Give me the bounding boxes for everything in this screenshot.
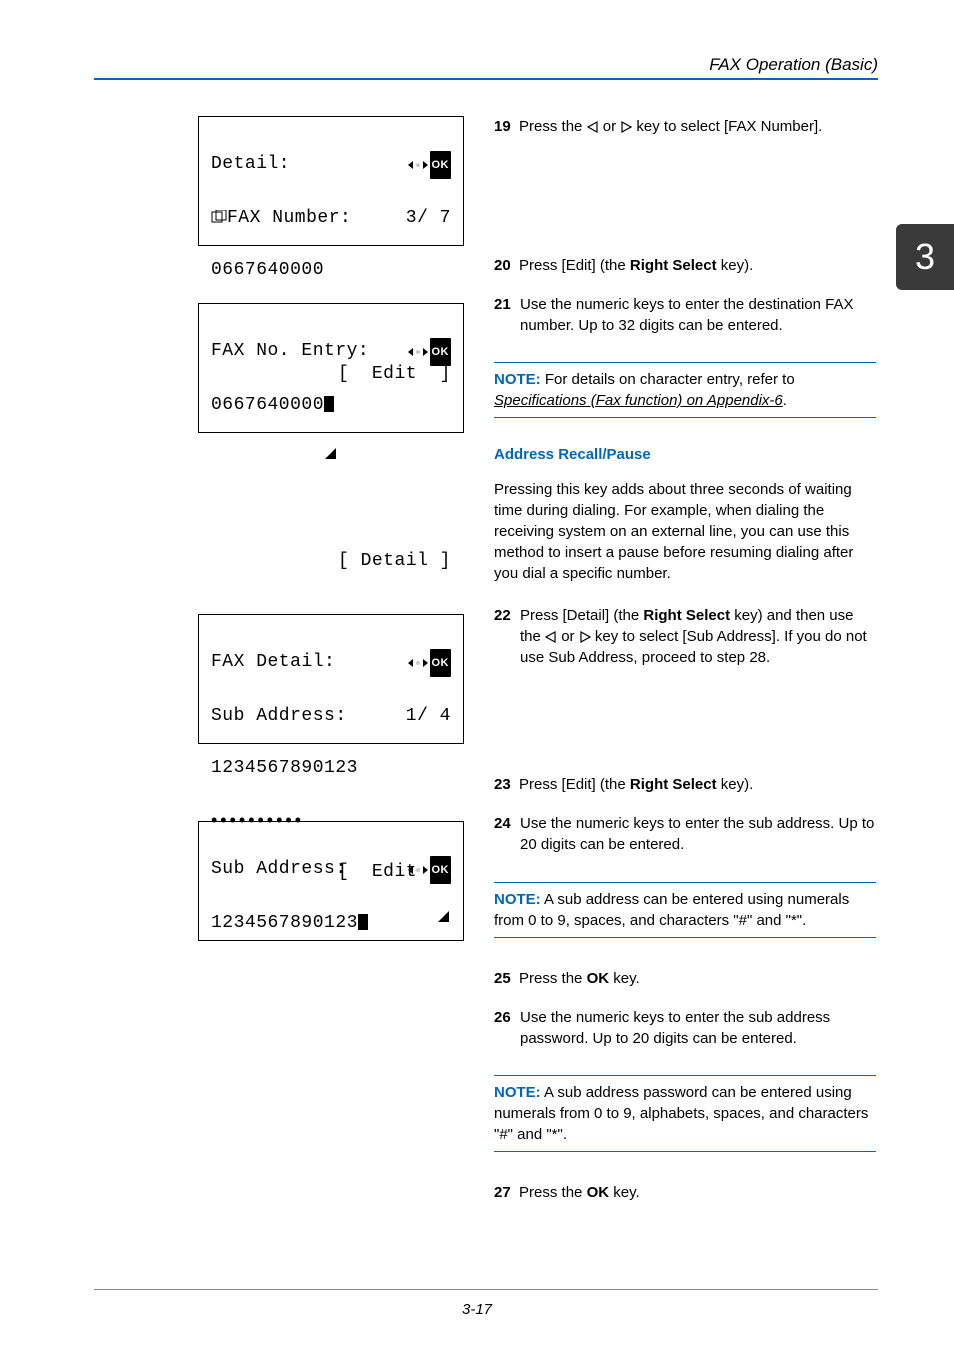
step-text: Press [Edit] (the xyxy=(519,776,630,793)
lcd-text: FAX Number: xyxy=(211,205,351,231)
step-23: 23 Press [Edit] (the Right Select key). xyxy=(494,774,876,795)
lcd-text: FAX No. Entry: xyxy=(211,338,369,366)
step-26: 26 Use the numeric keys to enter the sub… xyxy=(494,1007,876,1049)
step-27: 27 Press the OK key. xyxy=(494,1182,876,1203)
lcd-text: Sub Address: xyxy=(211,703,347,729)
lcd-panel-faxdetail: FAX Detail: OK Sub Address: 1/ 4 1234567… xyxy=(198,614,464,744)
step-21: 21 Use the numeric keys to enter the des… xyxy=(494,294,876,336)
signal-icon xyxy=(324,447,338,461)
lcd-text: 0667640000 xyxy=(211,392,451,418)
note-block: NOTE: For details on character entry, re… xyxy=(494,362,876,418)
step-text: Use the numeric keys to enter the destin… xyxy=(520,294,876,336)
header-rule xyxy=(94,78,878,80)
note-label: NOTE: xyxy=(494,371,541,388)
right-triangle-icon xyxy=(579,631,591,643)
step-text: key to select [FAX Number]. xyxy=(632,118,822,135)
left-triangle-icon xyxy=(587,121,599,133)
note-label: NOTE: xyxy=(494,891,541,908)
step-bold: Right Select xyxy=(630,776,717,793)
step-number: 24 xyxy=(494,813,520,855)
lcd-text: Sub Address: xyxy=(211,856,347,884)
left-triangle-icon xyxy=(545,631,557,643)
note-link[interactable]: Specifications (Fax function) on Appendi… xyxy=(494,392,783,409)
step-text: Press [Edit] (the xyxy=(519,257,630,274)
step-bold: OK xyxy=(587,970,610,987)
lcd-text: 0667640000 xyxy=(211,257,451,283)
address-recall-section: Address Recall/Pause Pressing this key a… xyxy=(494,444,876,584)
step-number: 21 xyxy=(494,294,520,336)
note-text: A sub address password can be entered us… xyxy=(494,1084,868,1143)
footer-rule xyxy=(94,1289,878,1290)
note-text: . xyxy=(783,392,787,409)
chapter-tab: 3 xyxy=(896,224,954,290)
lcd-nav-ok: OK xyxy=(406,649,452,677)
step-text: key). xyxy=(717,257,754,274)
step-text: Press [Detail] (the Right Select key) an… xyxy=(520,605,876,668)
lcd-panel-detail: Detail: OK FAX Number: 3/ 7 0667640000 [… xyxy=(198,116,464,246)
section-header: FAX Operation (Basic) xyxy=(709,55,878,75)
step-number: 27 xyxy=(494,1184,511,1201)
step-number: 26 xyxy=(494,1007,520,1049)
signal-icon xyxy=(437,910,451,924)
step-text: key). xyxy=(717,776,754,793)
step-19: 19 Press the or key to select [FAX Numbe… xyxy=(494,116,876,137)
right-triangle-icon xyxy=(620,121,632,133)
step-text: Use the numeric keys to enter the sub ad… xyxy=(520,813,876,855)
step-bold: Right Select xyxy=(630,257,717,274)
lcd-cursor xyxy=(358,914,368,930)
note-label: NOTE: xyxy=(494,1084,541,1101)
section-body: Pressing this key adds about three secon… xyxy=(494,479,876,584)
step-text: or xyxy=(599,118,621,135)
step-number: 20 xyxy=(494,257,511,274)
lcd-panel-subaddress: Sub Address: OK 1234567890123 xyxy=(198,821,464,941)
section-heading: Address Recall/Pause xyxy=(494,444,876,465)
lcd-text: 1234567890123 xyxy=(211,910,368,936)
step-bold: OK xyxy=(587,1184,610,1201)
step-number: 22 xyxy=(494,605,520,668)
lcd-text: Detail: xyxy=(211,151,290,179)
step-text: key. xyxy=(609,1184,640,1201)
lcd-cursor xyxy=(324,396,334,412)
lcd-nav-ok: OK xyxy=(406,856,452,884)
step-22: 22 Press [Detail] (the Right Select key)… xyxy=(494,605,876,668)
lcd-panel-faxno: FAX No. Entry: OK 0667640000 [ Detail ] xyxy=(198,303,464,433)
step-text: Press the xyxy=(519,118,587,135)
step-text: Use the numeric keys to enter the sub ad… xyxy=(520,1007,876,1049)
lcd-text: 1234567890123 xyxy=(211,755,451,781)
step-number: 23 xyxy=(494,776,511,793)
step-20: 20 Press [Edit] (the Right Select key). xyxy=(494,255,876,276)
step-text: Press the xyxy=(519,1184,587,1201)
step-number: 19 xyxy=(494,118,511,135)
step-number: 25 xyxy=(494,970,511,987)
lcd-page: 3/ 7 xyxy=(406,205,451,231)
note-block: NOTE: A sub address password can be ente… xyxy=(494,1075,876,1152)
note-text: A sub address can be entered using numer… xyxy=(494,891,849,929)
step-text: key. xyxy=(609,970,640,987)
lcd-nav-ok: OK xyxy=(406,151,452,179)
lcd-softkey: [ Detail ] xyxy=(211,548,451,574)
step-24: 24 Use the numeric keys to enter the sub… xyxy=(494,813,876,855)
page-number: 3-17 xyxy=(0,1301,954,1318)
lcd-page: 1/ 4 xyxy=(406,703,451,729)
note-block: NOTE: A sub address can be entered using… xyxy=(494,882,876,938)
step-text: Press the xyxy=(519,970,587,987)
step-25: 25 Press the OK key. xyxy=(494,968,876,989)
lcd-text: FAX Detail: xyxy=(211,649,335,677)
lcd-nav-ok: OK xyxy=(406,338,452,366)
note-text: For details on character entry, refer to xyxy=(541,371,795,388)
